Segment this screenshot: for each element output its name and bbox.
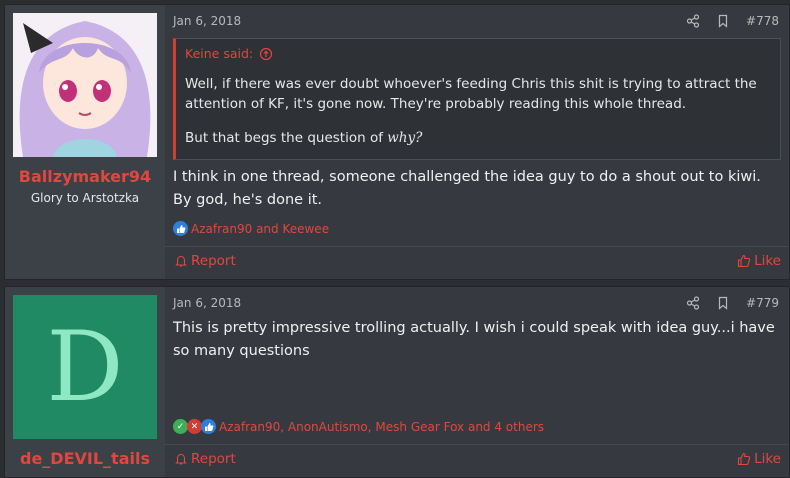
x-reaction-icon: ✕	[187, 419, 202, 434]
quote-last-prefix: But that begs the question of	[185, 130, 388, 146]
reactions-bar[interactable]: ✓ ✕ Azafran90, AnonAutismo, Mesh Gear Fo…	[173, 419, 544, 434]
quote-last-emph: why?	[387, 130, 423, 146]
arrow-up-circle-icon[interactable]	[259, 47, 273, 61]
like-label: Like	[754, 451, 781, 467]
post-number[interactable]: #778	[746, 14, 779, 28]
quote-block: Keine said: Well, if there was ever doub…	[173, 38, 781, 160]
bell-icon	[174, 254, 188, 268]
username[interactable]: de_DEVIL_tails	[5, 449, 165, 468]
post-main: Jan 6, 2018 #778 Keine said: Well, if th…	[165, 5, 789, 279]
avatar[interactable]: D	[13, 295, 157, 439]
share-icon[interactable]	[686, 296, 700, 310]
reactions-users[interactable]: Azafran90, AnonAutismo, Mesh Gear Fox an…	[219, 420, 544, 434]
user-panel: Ballzymaker94 Glory to Arstotzka	[5, 5, 165, 279]
report-label: Report	[191, 253, 236, 269]
bookmark-icon[interactable]	[716, 296, 730, 310]
like-button[interactable]: Like	[737, 451, 781, 467]
bookmark-icon[interactable]	[716, 14, 730, 28]
reactions-bar[interactable]: Azafran90 and Keewee	[173, 221, 329, 236]
like-label: Like	[754, 253, 781, 269]
quote-author[interactable]: Keine said:	[185, 46, 253, 61]
quote-last-line: But that begs the question of why?	[185, 130, 422, 146]
thumbs-up-icon	[737, 254, 751, 268]
avatar[interactable]	[13, 13, 157, 157]
bell-icon	[174, 452, 188, 466]
user-panel: D de_DEVIL_tails	[5, 287, 165, 477]
thumbs-up-icon	[737, 452, 751, 466]
report-button[interactable]: Report	[174, 253, 236, 269]
reactions-users[interactable]: Azafran90 and Keewee	[191, 222, 329, 236]
post-footer: Report Like	[165, 246, 789, 280]
username[interactable]: Ballzymaker94	[5, 167, 165, 186]
post-body: I think in one thread, someone challenge…	[173, 169, 761, 208]
post-date[interactable]: Jan 6, 2018	[173, 296, 241, 310]
post-number[interactable]: #779	[746, 296, 779, 310]
anime-avatar-image	[13, 13, 157, 157]
quote-header[interactable]: Keine said:	[185, 46, 273, 61]
post-778: Ballzymaker94 Glory to Arstotzka Jan 6, …	[4, 4, 790, 280]
post-date[interactable]: Jan 6, 2018	[173, 14, 241, 28]
post-body: This is pretty impressive trolling actua…	[173, 320, 775, 359]
post-meta: Jan 6, 2018 #779	[173, 296, 781, 312]
like-button[interactable]: Like	[737, 253, 781, 269]
post-main: Jan 6, 2018 #779 This is pretty impressi…	[165, 287, 789, 477]
like-reaction-icon	[201, 419, 216, 434]
quote-text: Well, if there was ever doubt whoever's …	[185, 76, 757, 112]
report-button[interactable]: Report	[174, 451, 236, 467]
report-label: Report	[191, 451, 236, 467]
post-779: D de_DEVIL_tails Jan 6, 2018 #779 This i…	[4, 286, 790, 478]
check-reaction-icon: ✓	[173, 419, 188, 434]
post-footer: Report Like	[165, 444, 789, 478]
like-reaction-icon	[173, 221, 188, 236]
share-icon[interactable]	[686, 14, 700, 28]
avatar-letter: D	[46, 311, 124, 423]
user-title: Glory to Arstotzka	[30, 191, 140, 205]
post-meta: Jan 6, 2018 #778	[173, 14, 781, 30]
